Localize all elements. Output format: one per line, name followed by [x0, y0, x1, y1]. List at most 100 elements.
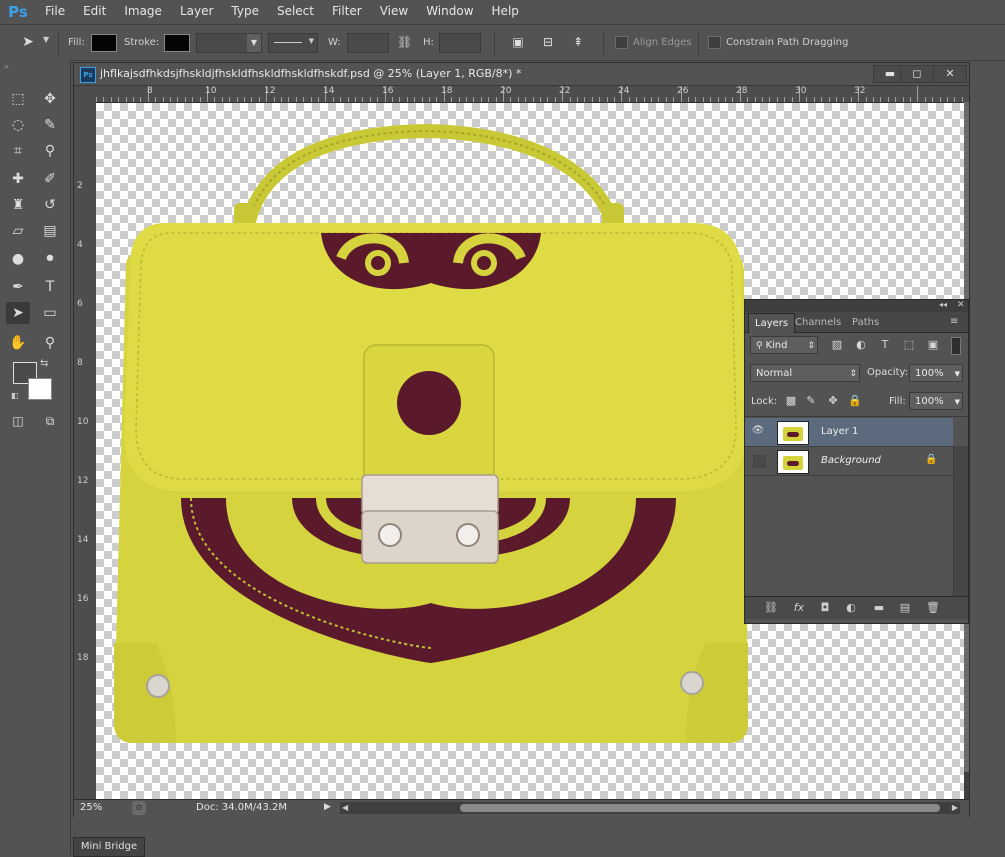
menu-edit[interactable]: Edit — [74, 0, 115, 23]
menu-layer[interactable]: Layer — [171, 0, 222, 23]
add-mask-icon[interactable]: ◘ — [817, 601, 833, 615]
mini-bridge-tab[interactable]: Mini Bridge — [73, 837, 145, 857]
link-icon[interactable]: ⛓ — [397, 35, 412, 49]
path-selection-tool-preset-icon[interactable]: ➤ — [16, 31, 40, 53]
menu-select[interactable]: Select — [268, 0, 323, 23]
dodge-tool-icon[interactable]: ⚫ — [38, 248, 62, 270]
horizontal-ruler[interactable]: 8 10 12 14 16 18 20 22 24 26 28 30 32 — [96, 86, 969, 103]
constrain-path-checkbox[interactable] — [708, 36, 721, 49]
ruler-tick — [769, 97, 770, 102]
zoom-tool-icon[interactable]: ⚲ — [38, 332, 62, 354]
vertical-ruler[interactable]: 2 4 6 8 10 12 14 16 18 — [74, 102, 97, 799]
quick-mask-icon[interactable]: ◫ — [6, 410, 30, 432]
crop-tool-icon[interactable]: ⌗ — [6, 140, 30, 162]
path-operations-icon[interactable]: ▣ — [506, 31, 530, 53]
chevron-down-icon: ▼ — [247, 34, 261, 52]
stroke-width-dropdown[interactable]: ▼ — [196, 33, 262, 53]
delete-layer-icon[interactable]: 🗑 — [925, 601, 941, 615]
tab-channels[interactable]: Channels — [789, 313, 847, 332]
filter-type-icon[interactable]: T — [877, 337, 893, 353]
filter-toggle-switch[interactable] — [951, 337, 961, 355]
adjustment-layer-icon[interactable]: ◐ — [843, 601, 859, 615]
menu-file[interactable]: File — [36, 0, 74, 23]
share-icon[interactable]: ⊙ — [132, 801, 146, 815]
zoom-level-field[interactable]: 25% — [78, 801, 116, 815]
move-tool-icon[interactable]: ✥ — [38, 88, 62, 110]
menu-help[interactable]: Help — [483, 0, 528, 23]
width-input[interactable] — [347, 33, 389, 53]
menu-filter[interactable]: Filter — [323, 0, 371, 23]
new-layer-icon[interactable]: ▤ — [897, 601, 913, 615]
path-alignment-icon[interactable]: ⊟ — [536, 31, 560, 53]
lock-image-icon[interactable]: ✎ — [803, 393, 819, 409]
ruler-origin[interactable] — [74, 86, 97, 103]
tab-paths[interactable]: Paths — [846, 313, 885, 332]
background-color-swatch[interactable] — [28, 378, 52, 400]
panel-menu-icon[interactable]: ≡ — [950, 316, 958, 327]
eraser-tool-icon[interactable]: ▱ — [6, 220, 30, 242]
lock-all-icon[interactable]: 🔒 — [847, 393, 863, 409]
blend-mode-dropdown[interactable]: Normal ⇕ — [750, 364, 860, 382]
close-panel-icon[interactable]: ✕ — [957, 300, 965, 310]
panel-header[interactable]: ◂◂ ✕ — [745, 300, 968, 312]
align-edges-checkbox[interactable] — [615, 36, 628, 49]
path-selection-tool-icon[interactable]: ➤ — [6, 302, 30, 324]
visibility-eye-icon[interactable]: 👁 — [751, 424, 765, 438]
lasso-tool-icon[interactable]: ◌ — [6, 114, 30, 136]
swap-colors-icon[interactable]: ⇆ — [40, 358, 48, 369]
layer-row[interactable]: 👁 Layer 1 — [745, 418, 953, 447]
lock-transparent-icon[interactable]: ▩ — [783, 393, 799, 409]
marquee-tool-icon[interactable]: ⬚ — [6, 88, 30, 110]
hand-tool-icon[interactable]: ✋ — [6, 332, 30, 354]
collapse-icon[interactable]: » — [4, 62, 9, 71]
filter-adjustment-icon[interactable]: ◐ — [853, 337, 869, 353]
ruler-tick — [429, 97, 430, 102]
tool-preset-arrow-icon[interactable]: ▼ — [43, 35, 49, 44]
brush-tool-icon[interactable]: ✐ — [38, 168, 62, 190]
screen-mode-icon[interactable]: ⧉ — [38, 410, 62, 432]
gradient-tool-icon[interactable]: ▤ — [38, 220, 62, 242]
pen-tool-icon[interactable]: ✒ — [6, 276, 30, 298]
status-menu-arrow-icon[interactable]: ▶ — [324, 802, 331, 812]
path-arrangement-icon[interactable]: ⇞ — [566, 31, 590, 53]
default-colors-icon[interactable]: ◧ — [11, 391, 19, 400]
opacity-input[interactable]: 100% ▼ — [909, 364, 963, 382]
link-layers-icon[interactable]: ⛓ — [763, 601, 779, 615]
filter-kind-dropdown[interactable]: ⚲ Kind ⇕ — [750, 336, 818, 354]
menu-type[interactable]: Type — [222, 0, 268, 23]
type-tool-icon[interactable]: T — [38, 276, 62, 298]
menu-image[interactable]: Image — [115, 0, 171, 23]
scroll-right-arrow-icon[interactable]: ▶ — [952, 803, 958, 812]
horizontal-scroll-thumb[interactable] — [460, 804, 940, 812]
scroll-left-arrow-icon[interactable]: ◀ — [342, 803, 348, 812]
new-group-icon[interactable]: ▬ — [871, 601, 887, 615]
clone-stamp-tool-icon[interactable]: ♜ — [6, 194, 30, 216]
rectangle-tool-icon[interactable]: ▭ — [38, 302, 62, 324]
stroke-swatch[interactable] — [164, 34, 190, 52]
menu-view[interactable]: View — [371, 0, 417, 23]
healing-brush-tool-icon[interactable]: ✚ — [6, 168, 30, 190]
menu-window[interactable]: Window — [417, 0, 482, 23]
fill-swatch[interactable] — [91, 34, 117, 52]
filter-pixel-icon[interactable]: ▨ — [829, 337, 845, 353]
filter-smart-object-icon[interactable]: ▣ — [925, 337, 941, 353]
close-button[interactable]: ✕ — [933, 65, 967, 83]
visibility-toggle[interactable] — [753, 455, 766, 468]
height-input[interactable] — [439, 33, 481, 53]
layer-row[interactable]: Background 🔒 — [745, 447, 953, 476]
eyedropper-tool-icon[interactable]: ⚲ — [38, 140, 62, 162]
horizontal-scrollbar[interactable]: ◀ ▶ — [340, 802, 960, 814]
layers-scrollbar[interactable] — [953, 446, 968, 596]
document-size-info[interactable]: Doc: 34.0M/43.2M — [196, 802, 287, 813]
restore-button[interactable]: ◻ — [900, 65, 934, 83]
fill-input[interactable]: 100% ▼ — [909, 392, 963, 410]
blur-tool-icon[interactable]: ● — [6, 248, 30, 270]
lock-position-icon[interactable]: ✥ — [825, 393, 841, 409]
filter-shape-icon[interactable]: ⬚ — [901, 337, 917, 353]
quick-selection-tool-icon[interactable]: ✎ — [38, 114, 62, 136]
layer-style-icon[interactable]: fx — [791, 601, 807, 615]
collapse-panel-icon[interactable]: ◂◂ — [939, 300, 947, 309]
history-brush-tool-icon[interactable]: ↺ — [38, 194, 62, 216]
stroke-type-dropdown[interactable]: ▼ — [268, 33, 318, 53]
document-titlebar[interactable]: Ps jhflkajsdfhkdsjfhskldjfhskldfhskldfhs… — [74, 63, 969, 86]
